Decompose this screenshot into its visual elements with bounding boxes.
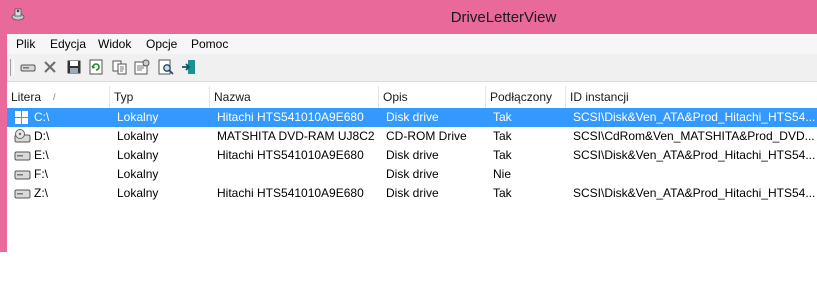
cell-connected: Tak (493, 110, 512, 124)
hard-drive-icon (14, 186, 32, 201)
title-bar[interactable]: DriveLetterView (0, 0, 817, 34)
cell-type: Lokalny (117, 186, 159, 200)
table-row[interactable]: C:\ Lokalny Hitachi HTS541010A9E680 Disk… (7, 108, 817, 127)
cell-desc: Disk drive (386, 110, 439, 124)
cell-type: Lokalny (117, 167, 159, 181)
cell-instance-id: SCSI\CdRom&Ven_MATSHITA&Prod_DVD... (573, 129, 815, 143)
save-icon[interactable] (65, 58, 83, 76)
sort-indicator: / (53, 92, 56, 102)
col-litera[interactable]: Litera / (7, 86, 110, 108)
menu-plik[interactable]: Plik (16, 37, 35, 51)
cell-connected: Tak (493, 148, 512, 162)
menu-widok[interactable]: Widok (98, 37, 131, 51)
cell-name (217, 165, 377, 184)
cell-letter: E:\ (34, 148, 49, 162)
table-row[interactable]: Z:\ Lokalny Hitachi HTS541010A9E680 Disk… (7, 184, 817, 203)
cell-type: Lokalny (117, 129, 159, 143)
cell-letter: C:\ (34, 110, 50, 124)
table-row[interactable]: E:\ Lokalny Hitachi HTS541010A9E680 Disk… (7, 146, 817, 165)
col-litera-label: Litera (11, 90, 42, 104)
toolbar (7, 54, 817, 82)
table-row[interactable]: F:\ Lokalny Disk drive Nie (7, 165, 817, 184)
col-opis[interactable]: Opis (379, 86, 486, 108)
cell-connected: Tak (493, 186, 512, 200)
app-window: DriveLetterView Plik Edycja Widok Opcje … (0, 0, 817, 252)
cell-name: Hitachi HTS541010A9E680 (217, 148, 364, 162)
menu-bar: Plik Edycja Widok Opcje Pomoc (7, 34, 817, 54)
cell-type: Lokalny (117, 148, 159, 162)
hard-drive-icon (14, 148, 32, 163)
col-podlaczony[interactable]: Podłączony (486, 86, 566, 108)
menu-edycja[interactable]: Edycja (50, 37, 86, 51)
cell-instance-id (573, 165, 817, 184)
cell-instance-id: SCSI\Disk&Ven_ATA&Prod_Hitachi_HTS54... (573, 186, 816, 200)
cell-letter: D:\ (34, 129, 50, 143)
cell-name: Hitachi HTS541010A9E680 (217, 110, 364, 124)
col-typ[interactable]: Typ (110, 86, 210, 108)
cell-desc: Disk drive (386, 186, 439, 200)
properties-icon[interactable] (133, 58, 151, 76)
list-header: Litera / Typ Nazwa Opis Podłączony ID in… (7, 86, 817, 109)
find-icon[interactable] (157, 58, 175, 76)
menu-pomoc[interactable]: Pomoc (191, 37, 228, 51)
cell-desc: CD-ROM Drive (386, 129, 467, 143)
drive-icon[interactable] (19, 58, 37, 76)
client-area: Plik Edycja Widok Opcje Pomoc Litera / T… (7, 34, 817, 252)
cell-instance-id: SCSI\Disk&Ven_ATA&Prod_Hitachi_HTS54... (573, 148, 816, 162)
cell-letter: F:\ (34, 167, 48, 181)
drive-list[interactable]: Litera / Typ Nazwa Opis Podłączony ID in… (7, 82, 817, 252)
cell-name: MATSHITA DVD-RAM UJ8C2 (217, 129, 375, 143)
cell-desc: Disk drive (386, 148, 439, 162)
col-nazwa[interactable]: Nazwa (210, 86, 379, 108)
cell-type: Lokalny (117, 110, 159, 124)
cell-name: Hitachi HTS541010A9E680 (217, 186, 364, 200)
windows-drive-icon (14, 110, 32, 125)
toolbar-grip[interactable] (10, 59, 14, 76)
window-title: DriveLetterView (450, 9, 557, 26)
cell-letter: Z:\ (34, 186, 48, 200)
cell-connected: Tak (493, 129, 512, 143)
copy-icon[interactable] (111, 58, 129, 76)
delete-x-icon[interactable] (41, 58, 59, 76)
col-id-instancji[interactable]: ID instancji (566, 86, 817, 108)
cell-connected: Nie (493, 167, 512, 181)
cell-desc: Disk drive (386, 167, 439, 181)
cell-instance-id: SCSI\Disk&Ven_ATA&Prod_Hitachi_HTS54... (573, 110, 816, 124)
hard-drive-icon (14, 167, 32, 182)
cdrom-drive-icon (14, 129, 32, 144)
refresh-icon[interactable] (87, 58, 105, 76)
table-row[interactable]: D:\ Lokalny MATSHITA DVD-RAM UJ8C2 CD-RO… (7, 127, 817, 146)
exit-icon[interactable] (180, 58, 198, 76)
menu-opcje[interactable]: Opcje (146, 37, 177, 51)
